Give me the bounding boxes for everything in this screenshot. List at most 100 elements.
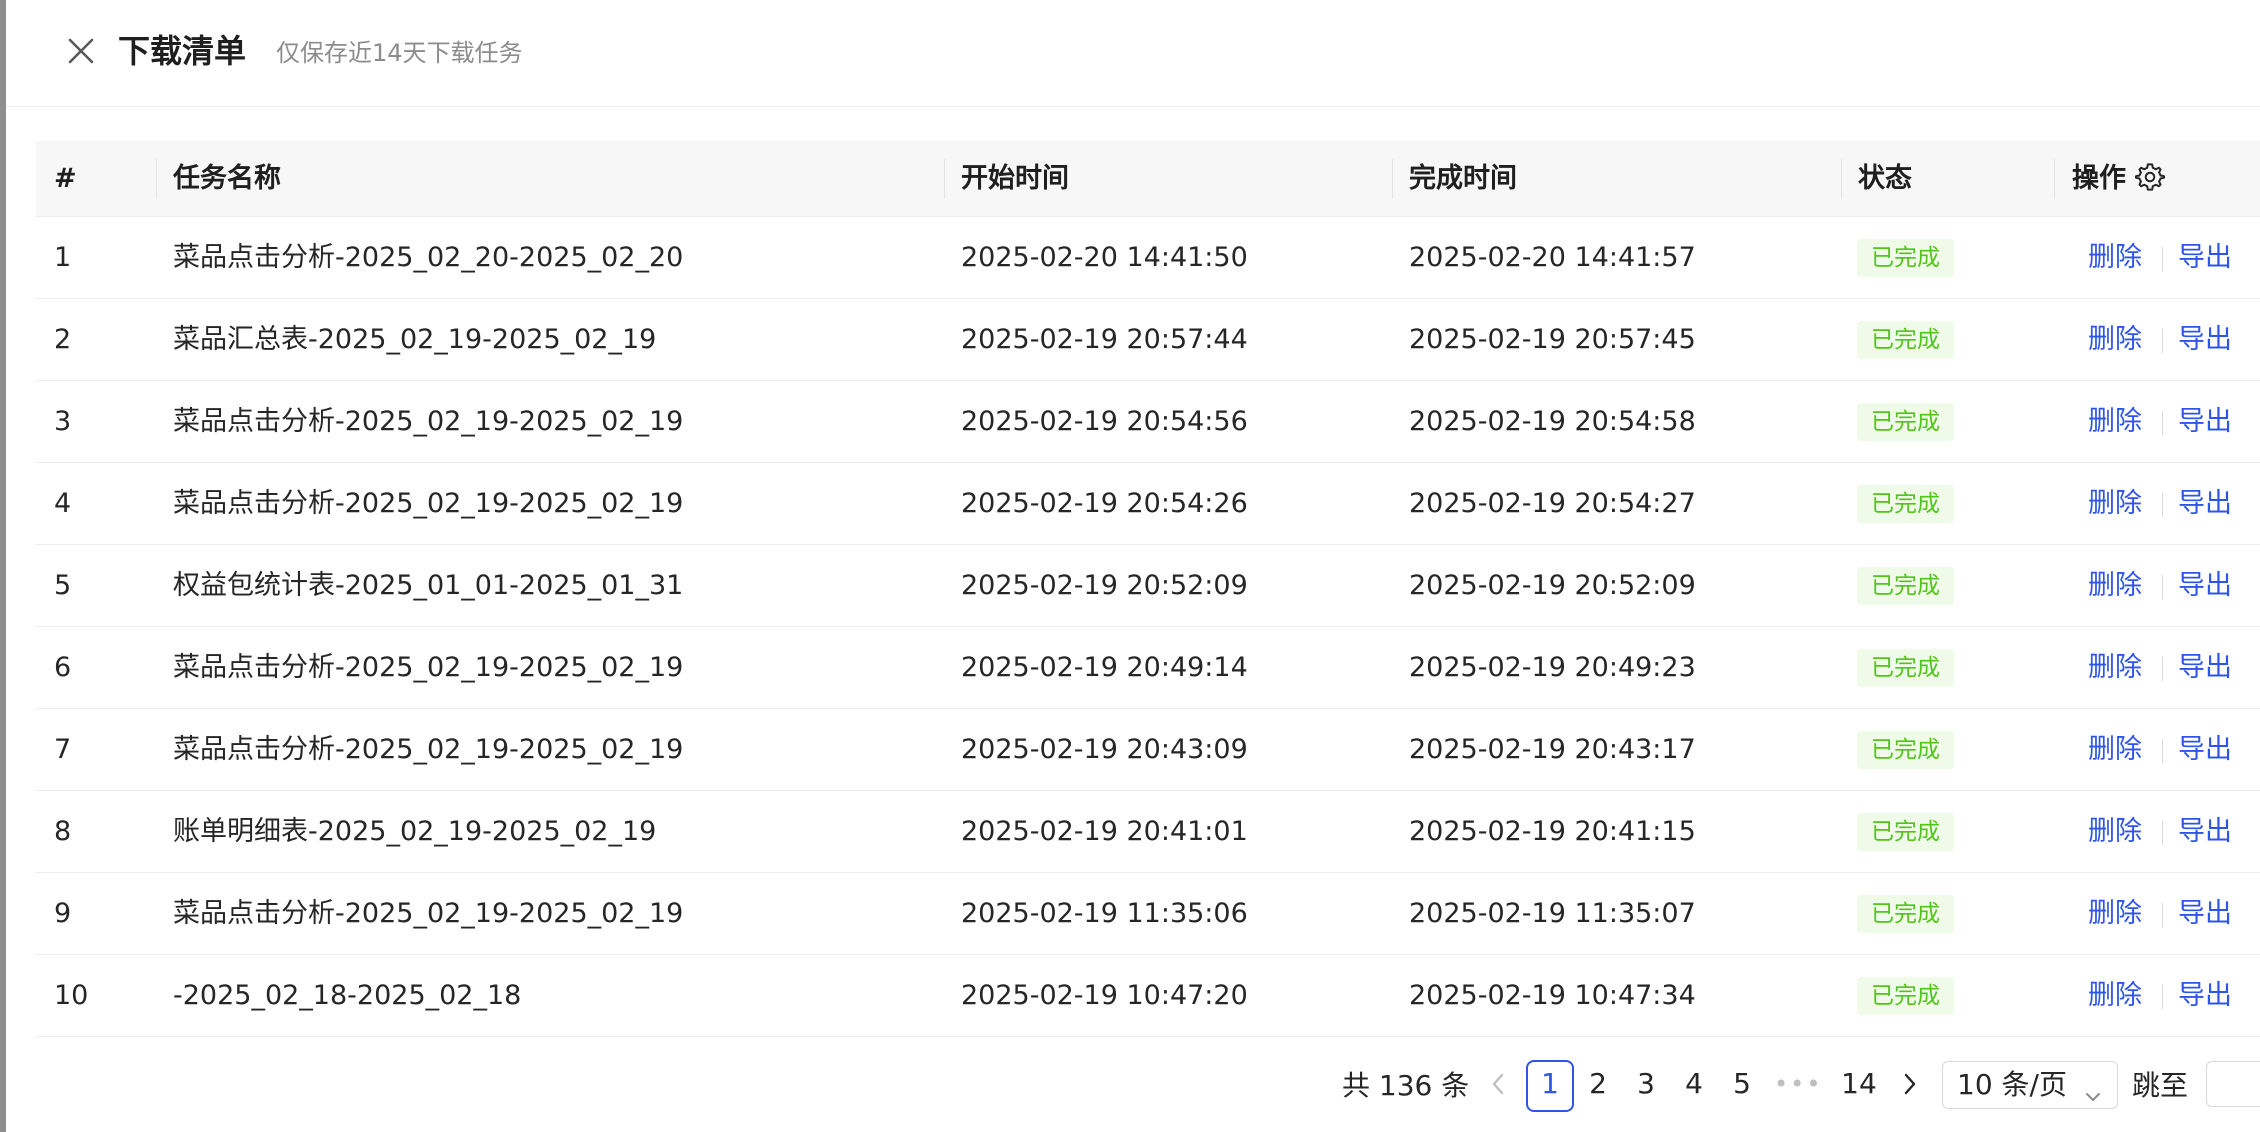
delete-link[interactable]: 删除 <box>2088 955 2142 1037</box>
column-header-status: 状态 <box>1858 163 1912 194</box>
chevron-down-icon <box>2083 1075 2103 1101</box>
page-button-1[interactable]: 1 <box>1526 1060 1574 1112</box>
pagination: 共 136 条 1 2 3 4 5 ••• 14 10 条/页 跳至 <box>0 1058 2260 1114</box>
status-badge: 已完成 <box>1857 403 1954 441</box>
delete-link[interactable]: 删除 <box>2088 463 2142 545</box>
action-divider <box>2162 903 2163 927</box>
jump-label: 跳至 <box>2132 1069 2189 1102</box>
export-link[interactable]: 导出 <box>2178 709 2232 791</box>
column-divider <box>1392 159 1393 199</box>
prev-page-button[interactable] <box>1488 1060 1514 1108</box>
action-divider <box>2162 411 2163 435</box>
export-link[interactable]: 导出 <box>2178 381 2232 463</box>
export-link[interactable]: 导出 <box>2178 463 2232 545</box>
end-time: 2025-02-19 20:52:09 <box>1409 570 1696 601</box>
task-name: 菜品汇总表-2025_02_19-2025_02_19 <box>173 324 657 355</box>
jump-page-input[interactable] <box>2206 1061 2260 1107</box>
page-size-select[interactable]: 10 条/页 <box>1942 1061 2118 1109</box>
page-button-4[interactable]: 4 <box>1676 1060 1712 1108</box>
status-badge: 已完成 <box>1857 321 1954 359</box>
status-badge: 已完成 <box>1857 239 1954 277</box>
start-time: 2025-02-19 20:54:26 <box>961 488 1248 519</box>
left-edge-strip <box>0 0 6 1132</box>
delete-link[interactable]: 删除 <box>2088 217 2142 299</box>
task-name: 菜品点击分析-2025_02_19-2025_02_19 <box>173 734 684 765</box>
table-row: 3 菜品点击分析-2025_02_19-2025_02_19 2025-02-1… <box>36 381 2260 463</box>
row-index: 1 <box>54 242 72 273</box>
task-name: -2025_02_18-2025_02_18 <box>173 980 522 1011</box>
end-time: 2025-02-19 11:35:07 <box>1409 898 1696 929</box>
task-name: 菜品点击分析-2025_02_19-2025_02_19 <box>173 406 684 437</box>
export-link[interactable]: 导出 <box>2178 217 2232 299</box>
table-header: # 任务名称 开始时间 完成时间 状态 操作 <box>36 141 2260 217</box>
delete-link[interactable]: 删除 <box>2088 545 2142 627</box>
action-divider <box>2162 821 2163 845</box>
task-name: 权益包统计表-2025_01_01-2025_01_31 <box>173 570 684 601</box>
export-link[interactable]: 导出 <box>2178 873 2232 955</box>
start-time: 2025-02-20 14:41:50 <box>961 242 1248 273</box>
gear-icon[interactable] <box>2134 161 2166 193</box>
delete-link[interactable]: 删除 <box>2088 627 2142 709</box>
table-row: 2 菜品汇总表-2025_02_19-2025_02_19 2025-02-19… <box>36 299 2260 381</box>
status-badge: 已完成 <box>1857 813 1954 851</box>
status-badge: 已完成 <box>1857 977 1954 1015</box>
column-header-end-time: 完成时间 <box>1409 163 1517 194</box>
export-link[interactable]: 导出 <box>2178 955 2232 1037</box>
column-header-start-time: 开始时间 <box>961 163 1069 194</box>
delete-link[interactable]: 删除 <box>2088 299 2142 381</box>
page-button-3[interactable]: 3 <box>1628 1060 1664 1108</box>
page-button-5[interactable]: 5 <box>1724 1060 1760 1108</box>
start-time: 2025-02-19 11:35:06 <box>961 898 1248 929</box>
export-link[interactable]: 导出 <box>2178 299 2232 381</box>
export-link[interactable]: 导出 <box>2178 627 2232 709</box>
close-icon <box>60 30 102 72</box>
next-page-button[interactable] <box>1900 1060 1926 1108</box>
column-header-index: # <box>54 163 77 194</box>
column-header-actions-label: 操作 <box>2072 163 2126 194</box>
column-divider <box>944 159 945 199</box>
row-index: 6 <box>54 652 72 683</box>
end-time: 2025-02-19 20:43:17 <box>1409 734 1696 765</box>
page-button-2[interactable]: 2 <box>1580 1060 1616 1108</box>
delete-link[interactable]: 删除 <box>2088 873 2142 955</box>
action-divider <box>2162 247 2163 271</box>
export-link[interactable]: 导出 <box>2178 545 2232 627</box>
action-divider <box>2162 575 2163 599</box>
row-index: 4 <box>54 488 72 519</box>
table-row: 5 权益包统计表-2025_01_01-2025_01_31 2025-02-1… <box>36 545 2260 627</box>
start-time: 2025-02-19 20:57:44 <box>961 324 1248 355</box>
page-button-last[interactable]: 14 <box>1834 1060 1884 1108</box>
task-name: 菜品点击分析-2025_02_19-2025_02_19 <box>173 898 684 929</box>
download-task-table: # 任务名称 开始时间 完成时间 状态 操作 1 菜品点击分析-2025_02_… <box>36 141 2260 1037</box>
action-divider <box>2162 329 2163 353</box>
column-divider <box>2054 159 2055 199</box>
table-row: 1 菜品点击分析-2025_02_20-2025_02_20 2025-02-2… <box>36 217 2260 299</box>
table-row: 4 菜品点击分析-2025_02_19-2025_02_19 2025-02-1… <box>36 463 2260 545</box>
task-name: 菜品点击分析-2025_02_19-2025_02_19 <box>173 652 684 683</box>
chevron-left-icon <box>1488 1069 1514 1099</box>
close-button[interactable] <box>60 30 102 72</box>
status-badge: 已完成 <box>1857 485 1954 523</box>
row-index: 10 <box>54 980 89 1011</box>
action-divider <box>2162 985 2163 1009</box>
delete-link[interactable]: 删除 <box>2088 709 2142 791</box>
column-header-actions: 操作 <box>2072 141 2166 216</box>
export-link[interactable]: 导出 <box>2178 791 2232 873</box>
page-size-value: 10 条/页 <box>1957 1068 2067 1101</box>
drawer-title: 下载清单 <box>118 32 247 70</box>
delete-link[interactable]: 删除 <box>2088 381 2142 463</box>
task-name: 菜品点击分析-2025_02_20-2025_02_20 <box>173 242 684 273</box>
page-ellipsis[interactable]: ••• <box>1774 1060 1820 1108</box>
chevron-right-icon <box>1900 1069 1926 1099</box>
end-time: 2025-02-19 20:49:23 <box>1409 652 1696 683</box>
row-index: 2 <box>54 324 72 355</box>
end-time: 2025-02-19 10:47:34 <box>1409 980 1696 1011</box>
end-time: 2025-02-19 20:54:27 <box>1409 488 1696 519</box>
action-divider <box>2162 739 2163 763</box>
row-index: 5 <box>54 570 72 601</box>
status-badge: 已完成 <box>1857 567 1954 605</box>
delete-link[interactable]: 删除 <box>2088 791 2142 873</box>
row-index: 8 <box>54 816 72 847</box>
table-row: 7 菜品点击分析-2025_02_19-2025_02_19 2025-02-1… <box>36 709 2260 791</box>
status-badge: 已完成 <box>1857 649 1954 687</box>
